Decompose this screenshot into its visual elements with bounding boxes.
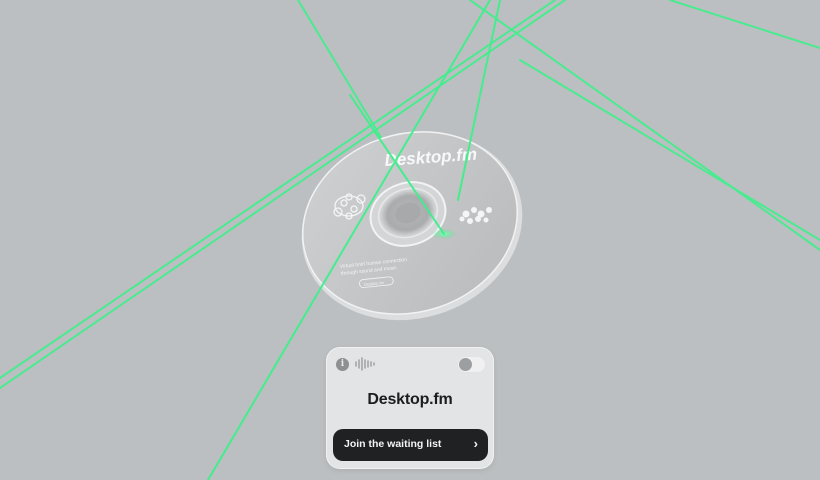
cd-disc: Desktop.fm Virtual brief human connectio… xyxy=(301,131,523,321)
info-icon[interactable]: i xyxy=(336,358,349,371)
join-waitlist-label: Join the waiting list xyxy=(344,438,442,450)
waitlist-widget: i Desktop.fm Join the waiting list › xyxy=(326,347,494,469)
toggle-switch[interactable] xyxy=(457,356,486,373)
audio-waveform-icon xyxy=(355,357,375,371)
widget-title: Desktop.fm xyxy=(367,391,453,408)
join-waitlist-button[interactable]: Join the waiting list › xyxy=(333,429,488,461)
toggle-knob xyxy=(459,358,472,371)
chevron-right-icon: › xyxy=(473,436,478,451)
stage: Desktop.fm Virtual brief human connectio… xyxy=(0,0,820,480)
